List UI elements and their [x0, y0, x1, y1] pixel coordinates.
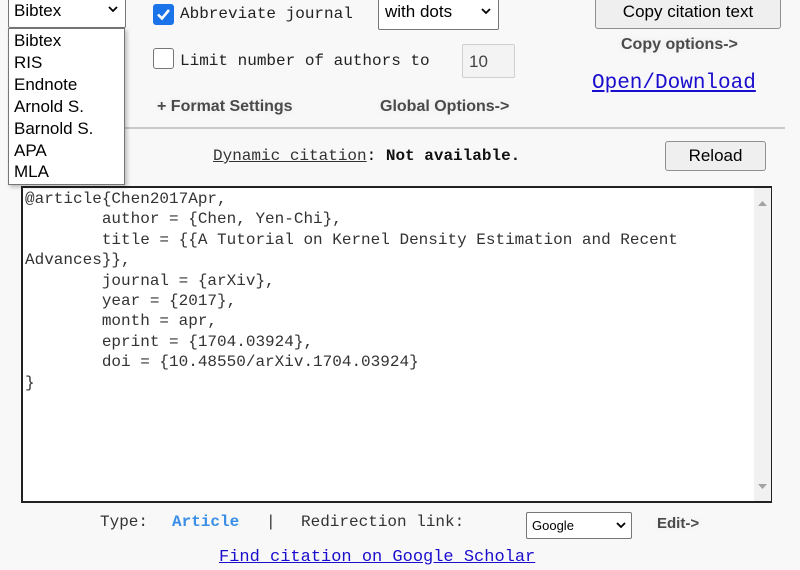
- journal-abbrev-select[interactable]: with dots: [378, 0, 499, 30]
- format-option-endnote[interactable]: Endnote: [9, 74, 124, 96]
- format-select-value: Bibtex: [14, 1, 62, 20]
- edit-link[interactable]: Edit->: [657, 515, 699, 532]
- redirection-label: Redirection link:: [301, 513, 465, 531]
- scroll-down-icon[interactable]: [758, 476, 767, 494]
- format-option-mla[interactable]: MLA: [9, 161, 124, 183]
- scroll-up-icon[interactable]: [758, 193, 767, 211]
- format-option-ris[interactable]: RIS: [9, 52, 124, 74]
- journal-abbrev-value: with dots: [385, 2, 453, 21]
- redirection-value: Google: [532, 518, 574, 533]
- format-option-barnold[interactable]: Barnold S.: [9, 118, 124, 140]
- separator: |: [266, 513, 276, 531]
- dynamic-citation-status: Not available.: [385, 147, 521, 165]
- checkmark-icon: [157, 9, 171, 21]
- format-select[interactable]: Bibtex: [8, 0, 126, 28]
- divider: [124, 127, 785, 129]
- dynamic-colon: :: [366, 147, 377, 165]
- citation-text[interactable]: @article{Chen2017Apr, author = {Chen, Ye…: [25, 189, 752, 393]
- limit-authors-label: Limit number of authors to: [180, 52, 430, 70]
- format-settings-toggle[interactable]: + Format Settings: [157, 98, 293, 116]
- dynamic-citation-row: Dynamic citation: Not available.: [213, 147, 520, 165]
- format-option-arnold[interactable]: Arnold S.: [9, 96, 124, 118]
- open-download-link[interactable]: Open/Download: [592, 72, 756, 95]
- chevron-down-icon: [616, 521, 626, 530]
- copy-options-link[interactable]: Copy options->: [621, 36, 738, 54]
- chevron-down-icon: [481, 7, 491, 16]
- limit-authors-checkbox[interactable]: [153, 48, 174, 69]
- reload-button[interactable]: Reload: [665, 141, 766, 171]
- format-option-bibtex[interactable]: Bibtex: [9, 30, 124, 52]
- abbreviate-journal-label: Abbreviate journal: [180, 5, 353, 23]
- format-dropdown-list: Bibtex RIS Endnote Arnold S. Barnold S. …: [8, 28, 125, 185]
- author-limit-input[interactable]: 10: [462, 44, 515, 78]
- format-option-apa[interactable]: APA: [9, 140, 124, 162]
- dynamic-citation-link[interactable]: Dynamic citation: [213, 147, 367, 165]
- textarea-scrollbar[interactable]: [754, 188, 771, 501]
- citation-textarea[interactable]: @article{Chen2017Apr, author = {Chen, Ye…: [21, 186, 772, 503]
- chevron-down-icon: [108, 5, 118, 14]
- global-options-link[interactable]: Global Options->: [380, 98, 509, 116]
- google-scholar-link[interactable]: Find citation on Google Scholar: [219, 548, 535, 567]
- copy-citation-button[interactable]: Copy citation text: [595, 0, 781, 29]
- type-label: Type:: [100, 513, 149, 531]
- type-value[interactable]: Article: [172, 513, 239, 531]
- abbreviate-journal-checkbox[interactable]: [153, 4, 174, 25]
- redirection-select[interactable]: Google: [526, 512, 632, 539]
